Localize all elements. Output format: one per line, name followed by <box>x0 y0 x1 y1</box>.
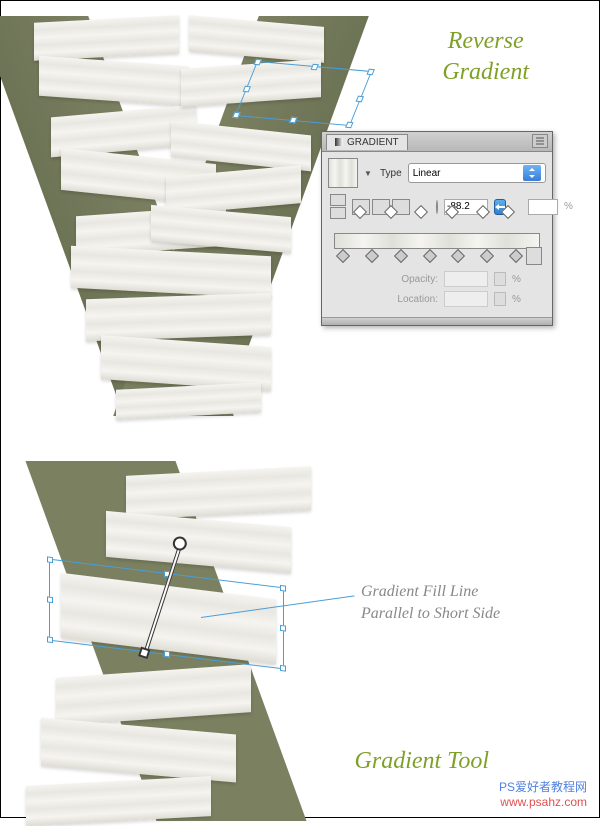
selection-bounding-box[interactable] <box>235 61 372 126</box>
color-stop[interactable] <box>509 249 523 263</box>
location-input[interactable] <box>444 291 488 307</box>
selection-handle[interactable] <box>164 651 170 658</box>
bandage <box>86 293 271 341</box>
opacity-input[interactable] <box>444 271 488 287</box>
panel-title: GRADIENT <box>347 137 399 148</box>
type-value: Linear <box>413 168 441 179</box>
selection-handle[interactable] <box>47 636 53 643</box>
gradient-panel[interactable]: GRADIENT ▼ Type Linear <box>321 131 553 326</box>
gradient-icon <box>335 138 343 146</box>
location-label: Location: <box>397 294 438 305</box>
color-stop[interactable] <box>451 249 465 263</box>
selection-handle[interactable] <box>366 69 374 76</box>
delete-stop-icon[interactable] <box>526 247 542 265</box>
reverse-gradient-heading: Reverse Gradient <box>442 26 529 88</box>
selection-handle[interactable] <box>356 95 364 102</box>
type-label: Type <box>380 168 402 179</box>
selection-handle[interactable] <box>47 556 53 563</box>
selection-handle[interactable] <box>253 59 261 66</box>
opacity-stepper[interactable] <box>494 272 506 286</box>
percent-label: % <box>512 274 522 285</box>
color-stop[interactable] <box>423 249 437 263</box>
fill-swatch[interactable] <box>330 194 346 206</box>
selection-handle[interactable] <box>345 122 353 129</box>
panel-tab-bar: GRADIENT <box>322 132 552 152</box>
color-stop[interactable] <box>480 249 494 263</box>
type-select[interactable]: Linear <box>408 163 546 183</box>
selection-handle[interactable] <box>280 585 286 592</box>
bandage <box>34 15 179 61</box>
selection-handle[interactable] <box>243 85 251 92</box>
watermark-line2: www.psahz.com <box>499 795 587 811</box>
watermark-line1: PS爱好者教程网 <box>499 780 587 796</box>
gradient-slider[interactable] <box>334 227 540 263</box>
panel-resize-grip[interactable] <box>322 317 552 325</box>
gradient-tool-heading: Gradient Tool <box>355 746 489 777</box>
watermark: PS爱好者教程网 www.psahz.com <box>499 780 587 811</box>
selection-handle[interactable] <box>310 64 318 71</box>
panel-menu-button[interactable] <box>532 134 548 148</box>
callout-text: Gradient Fill Line Parallel to Short Sid… <box>361 581 500 626</box>
selection-handle[interactable] <box>47 596 53 603</box>
selection-handle[interactable] <box>280 665 286 672</box>
gradient-preview-swatch[interactable] <box>328 158 358 188</box>
preview-dropdown-arrow[interactable]: ▼ <box>364 169 374 178</box>
location-stepper[interactable] <box>494 292 506 306</box>
bandage <box>126 466 311 520</box>
gradient-bar[interactable] <box>334 233 540 249</box>
color-stop[interactable] <box>336 249 350 263</box>
percent-label: % <box>512 294 522 305</box>
stroke-swatch[interactable] <box>330 207 346 219</box>
angle-icon <box>436 200 438 214</box>
selection-handle[interactable] <box>280 625 286 632</box>
panel-body: ▼ Type Linear <box>322 152 552 317</box>
bandage <box>116 382 261 420</box>
color-stop[interactable] <box>365 249 379 263</box>
color-stop[interactable] <box>394 249 408 263</box>
ratio-input[interactable] <box>528 199 558 215</box>
select-arrows-icon <box>523 165 541 181</box>
gradient-tab[interactable]: GRADIENT <box>326 134 408 150</box>
opacity-label: Opacity: <box>401 274 438 285</box>
percent-label: % <box>564 201 573 212</box>
